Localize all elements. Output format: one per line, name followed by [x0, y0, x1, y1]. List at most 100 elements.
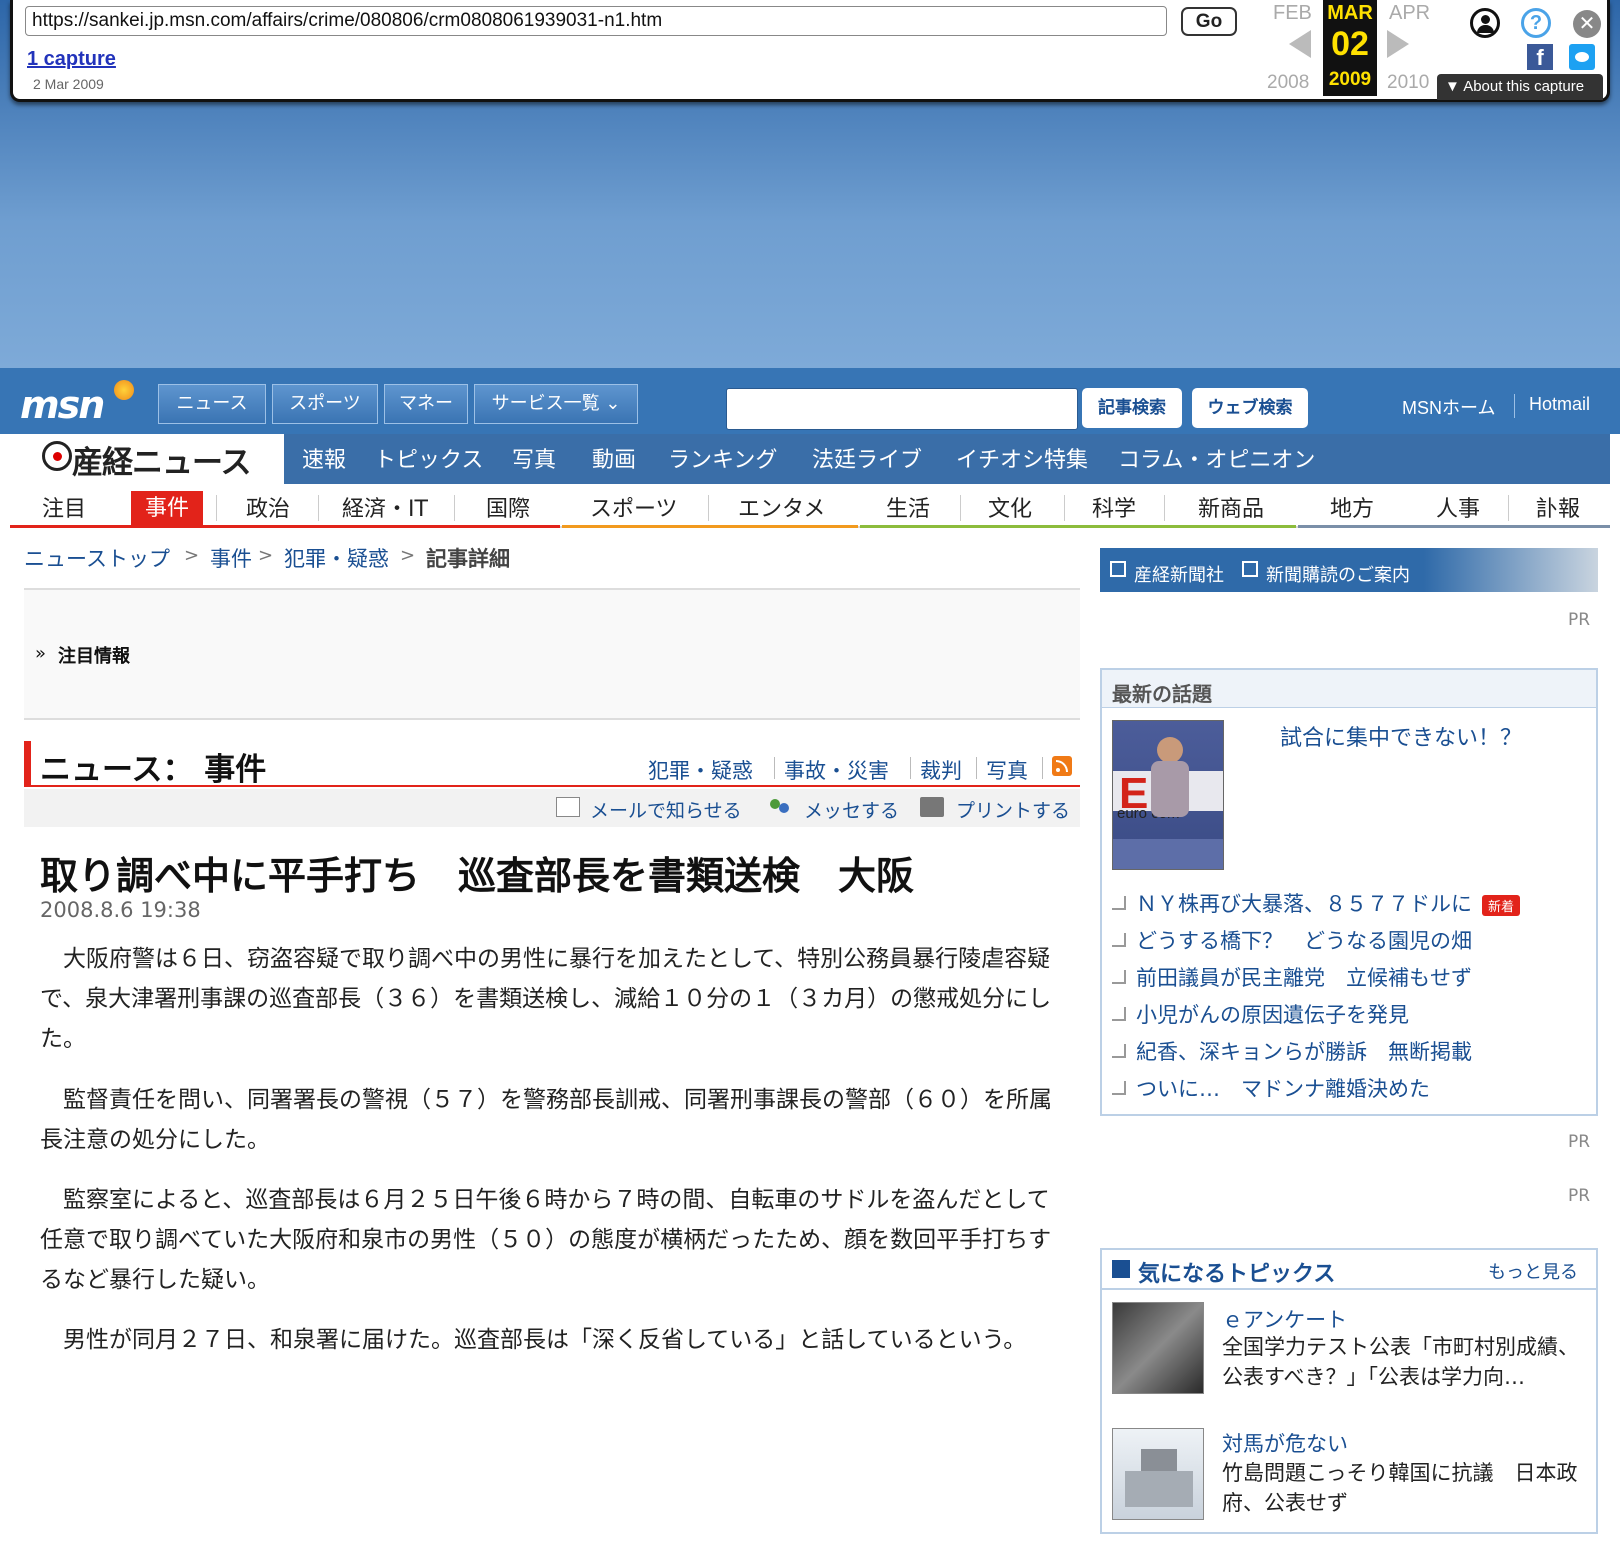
msn-nav-news[interactable]: ニュース — [158, 384, 266, 424]
diet-building-photo[interactable] — [1112, 1428, 1204, 1520]
trending-item-text[interactable]: 竹島問題こっそり韓国に抗議 日本政府、公表せず — [1222, 1458, 1590, 1518]
double-chevron-icon: » — [35, 643, 47, 664]
arrow-right-icon — [1110, 561, 1126, 577]
twitter-icon[interactable] — [1569, 44, 1595, 70]
wayback-next-month[interactable]: APR — [1389, 2, 1430, 25]
sankei-company-link[interactable]: 産経新聞社 — [1134, 561, 1224, 587]
tab-science[interactable]: 科学 — [1092, 491, 1136, 523]
tab-politics[interactable]: 政治 — [246, 491, 290, 523]
topic-item[interactable]: ついに… マドンナ離婚決めた — [1136, 1073, 1430, 1103]
hotmail-link[interactable]: Hotmail — [1529, 394, 1590, 415]
mail-icon — [556, 797, 580, 817]
tab-incidents[interactable]: 事件 — [131, 491, 203, 527]
list-arrow-icon — [1112, 1044, 1126, 1058]
wayback-url-input[interactable]: https://sankei.jp.msn.com/affairs/crime/… — [25, 6, 1167, 36]
wayback-prev-month[interactable]: FEB — [1273, 2, 1312, 25]
topic-item-label: ＮＹ株再び大暴落、８５７７ドルに — [1136, 892, 1472, 916]
tab-group-underline — [10, 525, 560, 528]
breadcrumb-separator: > — [400, 545, 416, 566]
sankei-logo[interactable]: 産経ニュース — [72, 437, 251, 482]
section-link-divider — [976, 757, 977, 779]
sankei-nav-videos[interactable]: 動画 — [592, 442, 636, 474]
wayback-captures-link[interactable]: 1 capture — [27, 48, 116, 71]
breadcrumb-top[interactable]: ニューストップ — [24, 543, 170, 573]
subscription-link[interactable]: 新聞購読のご案内 — [1266, 561, 1410, 587]
sankei-nav-topics[interactable]: トピックス — [374, 442, 483, 474]
survey-photo[interactable] — [1112, 1302, 1204, 1394]
msn-home-link[interactable]: MSNホーム — [1402, 394, 1495, 420]
tab-entertainment[interactable]: エンタメ — [738, 491, 825, 523]
sankei-nav-photos[interactable]: 写真 — [512, 442, 556, 474]
sankei-nav-breaking[interactable]: 速報 — [302, 442, 346, 474]
topic-item[interactable]: ＮＹ株再び大暴落、８５７７ドルに 新着 — [1136, 888, 1521, 918]
wayback-prev-arrow-icon[interactable] — [1289, 30, 1311, 58]
pr-label: PR — [1568, 1186, 1591, 1206]
web-search-button[interactable]: ウェブ検索 — [1192, 388, 1308, 428]
sankei-nav-court-live[interactable]: 法廷ライブ — [812, 442, 922, 474]
account-icon[interactable] — [1470, 8, 1500, 38]
breadcrumb-subcategory[interactable]: 犯罪・疑惑 — [284, 543, 389, 573]
pr-label: PR — [1568, 610, 1591, 630]
tab-featured[interactable]: 注目 — [42, 491, 86, 523]
list-arrow-icon — [1112, 933, 1126, 947]
section-link-accidents[interactable]: 事故・災害 — [784, 755, 889, 785]
trending-item-category[interactable]: 対馬が危ない — [1222, 1428, 1348, 1458]
msn-logo[interactable]: msn — [20, 383, 105, 427]
msn-nav-sports[interactable]: スポーツ — [272, 384, 378, 424]
tab-sports[interactable]: スポーツ — [590, 491, 678, 523]
trending-item-text[interactable]: 全国学力テスト公表「市町村別成績、公表すべき？」「公表は学力向… — [1222, 1332, 1590, 1392]
trending-item-category[interactable]: ｅアンケート — [1222, 1304, 1347, 1334]
messenger-share-link[interactable]: メッセする — [804, 796, 899, 823]
article-date: 2008.8.6 19:38 — [40, 898, 201, 922]
section-link-divider — [774, 757, 775, 779]
about-capture-toggle[interactable]: ▼ About this capture — [1437, 74, 1603, 100]
wayback-toolbar: https://sankei.jp.msn.com/affairs/crime/… — [10, 0, 1610, 102]
tab-group-underline — [562, 525, 858, 528]
msn-nav-money[interactable]: マネー — [384, 384, 468, 424]
tab-new-products[interactable]: 新商品 — [1198, 491, 1264, 523]
more-link[interactable]: もっと見る — [1488, 1258, 1578, 1284]
msn-nav-services[interactable]: サービス一覧 ⌄ — [474, 384, 638, 424]
section-link-photos[interactable]: 写真 — [986, 755, 1028, 785]
wayback-prev-year[interactable]: 2008 — [1267, 72, 1309, 94]
print-link[interactable]: プリントする — [956, 796, 1070, 823]
tab-international[interactable]: 国際 — [486, 491, 530, 523]
topic-item[interactable]: 小児がんの原因遺伝子を発見 — [1136, 999, 1409, 1029]
tab-culture[interactable]: 文化 — [988, 491, 1032, 523]
tab-lifestyle[interactable]: 生活 — [886, 491, 930, 523]
arrow-right-icon — [1112, 1260, 1130, 1278]
sankei-nav-features[interactable]: イチオシ特集 — [956, 442, 1088, 474]
topic-item[interactable]: 前田議員が民主離党 立候補もせず — [1136, 962, 1472, 992]
tab-divider — [1508, 495, 1509, 521]
section-title: ニュース： 事件 — [40, 752, 267, 788]
section-link-crime[interactable]: 犯罪・疑惑 — [648, 755, 753, 785]
section-marker — [24, 741, 31, 787]
sankei-nav-ranking[interactable]: ランキング — [668, 442, 777, 474]
breadcrumb-category[interactable]: 事件 — [210, 543, 252, 573]
help-icon[interactable]: ? — [1521, 8, 1551, 38]
tab-personnel[interactable]: 人事 — [1436, 491, 1480, 523]
tab-economy-it[interactable]: 経済・IT — [342, 491, 428, 523]
sankei-nav-opinion[interactable]: コラム・オピニオン — [1118, 442, 1315, 474]
article-paragraph: 監察室によると、巡査部長は６月２５日午後６時から７時の間、自転車のサドルを盗んだ… — [40, 1187, 1052, 1293]
wayback-next-year[interactable]: 2010 — [1387, 72, 1429, 94]
facebook-icon[interactable]: f — [1527, 44, 1553, 70]
close-icon[interactable]: ✕ — [1573, 10, 1601, 38]
tab-divider — [960, 495, 961, 521]
wayback-current-day: 02 — [1331, 25, 1369, 63]
tab-regional[interactable]: 地方 — [1330, 491, 1374, 523]
rss-icon[interactable] — [1052, 756, 1072, 776]
featured-topic-link[interactable]: 試合に集中できない！？ — [1280, 720, 1522, 752]
wayback-go-button[interactable]: Go — [1181, 7, 1237, 36]
tennis-player-photo[interactable]: E euro com — [1112, 720, 1224, 870]
list-arrow-icon — [1112, 970, 1126, 984]
email-share-link[interactable]: メールで知らせる — [590, 796, 742, 823]
article-search-button[interactable]: 記事検索 — [1082, 388, 1182, 428]
topic-item[interactable]: どうする橋下？ どうなる園児の畑 — [1136, 925, 1472, 955]
topic-item[interactable]: 紀香、深キョンらが勝訴 無断掲載 — [1136, 1036, 1472, 1066]
section-link-trials[interactable]: 裁判 — [920, 755, 962, 785]
msn-search-input[interactable] — [726, 388, 1078, 430]
wayback-current-date: MAR 02 2009 — [1323, 0, 1377, 96]
tab-obituaries[interactable]: 訃報 — [1536, 491, 1580, 523]
wayback-next-arrow-icon[interactable] — [1387, 30, 1409, 58]
